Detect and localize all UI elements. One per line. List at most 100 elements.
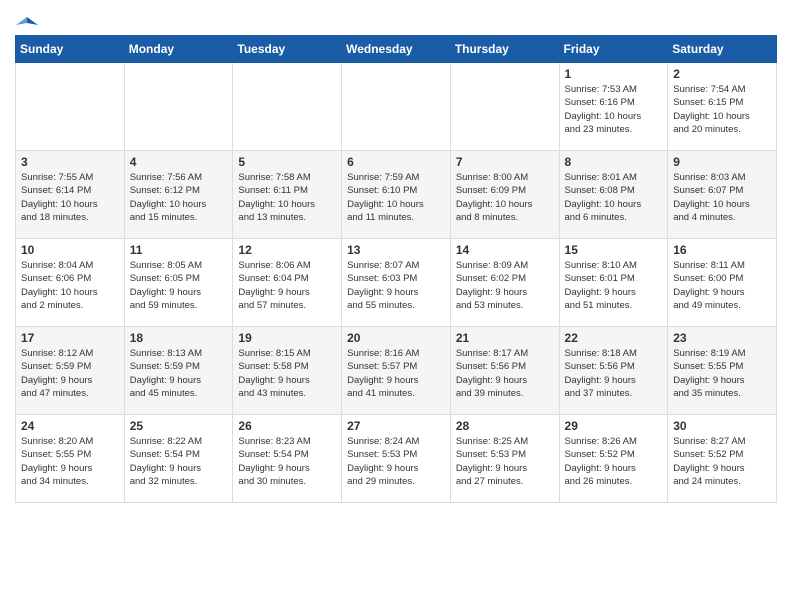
day-info: Sunrise: 7:54 AM Sunset: 6:15 PM Dayligh… [673,83,771,136]
calendar-cell: 21 Sunrise: 8:17 AM Sunset: 5:56 PM Dayli… [450,327,559,415]
day-number: 12 [238,243,336,257]
calendar-cell [233,63,342,151]
calendar-cell: 5Sunrise: 7:58 AM Sunset: 6:11 PM Daylig… [233,151,342,239]
day-number: 24 [21,419,119,433]
day-number: 15 [565,243,663,257]
day-info: Sunrise: 8:15 AM Sunset: 5:58 PM Dayligh… [238,347,336,400]
calendar-cell: 1 Sunrise: 7:53 AM Sunset: 6:16 PM Daylig… [559,63,668,151]
day-number: 22 [565,331,663,345]
day-number: 26 [238,419,336,433]
day-number: 18 [130,331,228,345]
calendar-cell: 3 Sunrise: 7:55 AM Sunset: 6:14 PM Daylig… [16,151,125,239]
calendar-cell: 14 Sunrise: 8:09 AM Sunset: 6:02 PM Dayli… [450,239,559,327]
day-info: Sunrise: 8:23 AM Sunset: 5:54 PM Dayligh… [238,435,336,488]
calendar-header-row: SundayMondayTuesdayWednesdayThursdayFrid… [16,36,777,63]
calendar-cell [342,63,451,151]
day-number: 7 [456,155,554,169]
calendar-cell: 4 Sunrise: 7:56 AM Sunset: 6:12 PM Daylig… [124,151,233,239]
calendar-cell [124,63,233,151]
day-number: 30 [673,419,771,433]
calendar-cell: 6 Sunrise: 7:59 AM Sunset: 6:10 PM Daylig… [342,151,451,239]
calendar-cell: 13 Sunrise: 8:07 AM Sunset: 6:03 PM Dayli… [342,239,451,327]
calendar-cell: 18 Sunrise: 8:13 AM Sunset: 5:59 PM Dayli… [124,327,233,415]
calendar-cell: 28Sunrise: 8:25 AM Sunset: 5:53 PM Dayli… [450,415,559,503]
day-info: Sunrise: 7:59 AM Sunset: 6:10 PM Dayligh… [347,171,445,224]
calendar-cell [16,63,125,151]
calendar-week-row: 10Sunrise: 8:04 AM Sunset: 6:06 PM Dayli… [16,239,777,327]
calendar-cell: 16 Sunrise: 8:11 AM Sunset: 6:00 PM Dayli… [668,239,777,327]
day-info: Sunrise: 8:11 AM Sunset: 6:00 PM Dayligh… [673,259,771,312]
day-number: 21 [456,331,554,345]
calendar-cell: 23 Sunrise: 8:19 AM Sunset: 5:55 PM Dayli… [668,327,777,415]
day-info: Sunrise: 7:53 AM Sunset: 6:16 PM Dayligh… [565,83,663,136]
calendar-cell: 15 Sunrise: 8:10 AM Sunset: 6:01 PM Dayli… [559,239,668,327]
calendar-cell: 27 Sunrise: 8:24 AM Sunset: 5:53 PM Dayli… [342,415,451,503]
calendar-cell: 9Sunrise: 8:03 AM Sunset: 6:07 PM Daylig… [668,151,777,239]
day-number: 23 [673,331,771,345]
day-number: 13 [347,243,445,257]
day-info: Sunrise: 8:19 AM Sunset: 5:55 PM Dayligh… [673,347,771,400]
calendar-week-row: 24 Sunrise: 8:20 AM Sunset: 5:55 PM Dayli… [16,415,777,503]
day-info: Sunrise: 8:20 AM Sunset: 5:55 PM Dayligh… [21,435,119,488]
day-info: Sunrise: 8:25 AM Sunset: 5:53 PM Dayligh… [456,435,554,488]
day-number: 11 [130,243,228,257]
weekday-header-sunday: Sunday [16,36,125,63]
day-number: 6 [347,155,445,169]
calendar-cell: 25 Sunrise: 8:22 AM Sunset: 5:54 PM Dayli… [124,415,233,503]
logo [15,10,39,27]
calendar-table: SundayMondayTuesdayWednesdayThursdayFrid… [15,35,777,503]
calendar-week-row: 1 Sunrise: 7:53 AM Sunset: 6:16 PM Daylig… [16,63,777,151]
day-info: Sunrise: 8:18 AM Sunset: 5:56 PM Dayligh… [565,347,663,400]
day-info: Sunrise: 8:16 AM Sunset: 5:57 PM Dayligh… [347,347,445,400]
calendar-week-row: 17 Sunrise: 8:12 AM Sunset: 5:59 PM Dayli… [16,327,777,415]
calendar-cell: 29Sunrise: 8:26 AM Sunset: 5:52 PM Dayli… [559,415,668,503]
day-info: Sunrise: 7:55 AM Sunset: 6:14 PM Dayligh… [21,171,119,224]
day-number: 14 [456,243,554,257]
calendar-cell: 11 Sunrise: 8:05 AM Sunset: 6:05 PM Dayli… [124,239,233,327]
day-info: Sunrise: 8:13 AM Sunset: 5:59 PM Dayligh… [130,347,228,400]
day-info: Sunrise: 8:00 AM Sunset: 6:09 PM Dayligh… [456,171,554,224]
page-header [15,10,777,27]
day-info: Sunrise: 8:03 AM Sunset: 6:07 PM Dayligh… [673,171,771,224]
calendar-cell: 7 Sunrise: 8:00 AM Sunset: 6:09 PM Daylig… [450,151,559,239]
calendar-cell: 2 Sunrise: 7:54 AM Sunset: 6:15 PM Daylig… [668,63,777,151]
calendar-cell: 12 Sunrise: 8:06 AM Sunset: 6:04 PM Dayli… [233,239,342,327]
day-info: Sunrise: 8:01 AM Sunset: 6:08 PM Dayligh… [565,171,663,224]
day-info: Sunrise: 8:07 AM Sunset: 6:03 PM Dayligh… [347,259,445,312]
day-info: Sunrise: 8:12 AM Sunset: 5:59 PM Dayligh… [21,347,119,400]
day-number: 10 [21,243,119,257]
weekday-header-saturday: Saturday [668,36,777,63]
day-info: Sunrise: 8:10 AM Sunset: 6:01 PM Dayligh… [565,259,663,312]
day-number: 8 [565,155,663,169]
day-number: 29 [565,419,663,433]
day-number: 1 [565,67,663,81]
day-number: 16 [673,243,771,257]
day-info: Sunrise: 8:27 AM Sunset: 5:52 PM Dayligh… [673,435,771,488]
weekday-header-wednesday: Wednesday [342,36,451,63]
day-number: 4 [130,155,228,169]
day-info: Sunrise: 7:58 AM Sunset: 6:11 PM Dayligh… [238,171,336,224]
calendar-cell: 20 Sunrise: 8:16 AM Sunset: 5:57 PM Dayli… [342,327,451,415]
logo-bird-icon [16,15,38,31]
calendar-cell: 8 Sunrise: 8:01 AM Sunset: 6:08 PM Daylig… [559,151,668,239]
calendar-cell: 30 Sunrise: 8:27 AM Sunset: 5:52 PM Dayli… [668,415,777,503]
day-info: Sunrise: 8:06 AM Sunset: 6:04 PM Dayligh… [238,259,336,312]
day-info: Sunrise: 8:05 AM Sunset: 6:05 PM Dayligh… [130,259,228,312]
day-number: 25 [130,419,228,433]
weekday-header-monday: Monday [124,36,233,63]
day-number: 2 [673,67,771,81]
day-number: 20 [347,331,445,345]
day-info: Sunrise: 8:24 AM Sunset: 5:53 PM Dayligh… [347,435,445,488]
day-info: Sunrise: 7:56 AM Sunset: 6:12 PM Dayligh… [130,171,228,224]
calendar-cell: 26 Sunrise: 8:23 AM Sunset: 5:54 PM Dayli… [233,415,342,503]
day-info: Sunrise: 8:17 AM Sunset: 5:56 PM Dayligh… [456,347,554,400]
calendar-cell: 10Sunrise: 8:04 AM Sunset: 6:06 PM Dayli… [16,239,125,327]
day-info: Sunrise: 8:09 AM Sunset: 6:02 PM Dayligh… [456,259,554,312]
day-number: 3 [21,155,119,169]
calendar-cell: 22 Sunrise: 8:18 AM Sunset: 5:56 PM Dayli… [559,327,668,415]
day-info: Sunrise: 8:22 AM Sunset: 5:54 PM Dayligh… [130,435,228,488]
calendar-cell: 24 Sunrise: 8:20 AM Sunset: 5:55 PM Dayli… [16,415,125,503]
day-number: 27 [347,419,445,433]
day-number: 17 [21,331,119,345]
calendar-cell [450,63,559,151]
